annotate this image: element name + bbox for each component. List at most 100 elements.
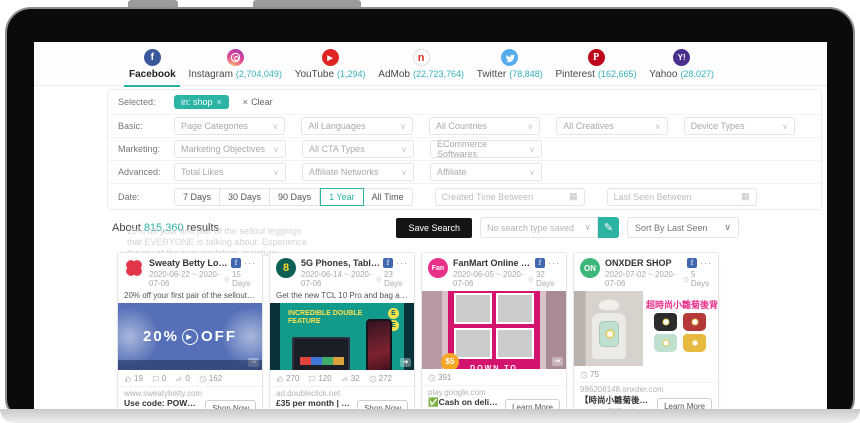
yahoo-icon: Y! bbox=[673, 49, 690, 66]
tab-facebook[interactable]: f Facebook bbox=[129, 44, 176, 86]
edit-saved-search-button[interactable]: ✎ bbox=[598, 217, 619, 238]
ad-creative-image[interactable]: 超時尚小雛菊後背包 ➔ bbox=[574, 291, 718, 366]
collage-photo bbox=[496, 328, 534, 359]
expand-corner-icon[interactable]: ➔ bbox=[704, 354, 715, 363]
expand-corner-icon[interactable]: ➔ bbox=[248, 358, 259, 367]
tab-yahoo[interactable]: Y! Yahoo(28,027) bbox=[649, 44, 714, 86]
advertiser-avatar[interactable]: Fan bbox=[428, 258, 448, 278]
ad-duration: 23 Days bbox=[376, 270, 408, 288]
advanced-label: Advanced: bbox=[118, 167, 174, 177]
filter-select-marketing-objectives[interactable]: Marketing Objectives∨ bbox=[174, 140, 286, 158]
creative-caption: DOWN TO bbox=[448, 365, 540, 369]
ad-domain[interactable]: play.google.com bbox=[422, 386, 566, 397]
ad-cards-grid: Sweaty Betty London | Wom... f ··· 2020-… bbox=[117, 252, 827, 411]
tab-count: (162,665) bbox=[598, 69, 637, 80]
ad-domain[interactable]: ad.doubleclick.net bbox=[270, 387, 414, 398]
sort-dropdown[interactable]: Sort By Last Seen∨ bbox=[627, 217, 739, 238]
likes-count: 270 bbox=[286, 374, 299, 383]
facebook-badge-icon: f bbox=[383, 258, 393, 268]
tab-instagram[interactable]: Instagram(2,704,049) bbox=[188, 44, 282, 86]
advertiser-name[interactable]: ONXDER SHOP bbox=[605, 258, 684, 268]
select-value: Affiliate Networks bbox=[309, 167, 378, 177]
selected-chip-in-shop[interactable]: in: shop × bbox=[174, 95, 229, 109]
advertiser-name[interactable]: 5G Phones, Tablets & SIMs | ... bbox=[301, 258, 380, 268]
ghost-line: 20% off your first pair of the sellout l… bbox=[127, 226, 357, 237]
tab-twitter[interactable]: Twitter(78,848) bbox=[477, 44, 543, 86]
ad-domain[interactable]: 986208148.onxder.com bbox=[574, 383, 718, 394]
filter-select-page-categories[interactable]: Page Categories∨ bbox=[174, 117, 285, 135]
filter-select-languages[interactable]: All Languages∨ bbox=[301, 117, 412, 135]
advertiser-name[interactable]: FanMart Online Shopping - F... bbox=[453, 258, 532, 268]
saved-search-value: No search type saved bbox=[487, 223, 574, 233]
tab-admob[interactable]: n AdMob(22,723,764) bbox=[378, 44, 464, 86]
chevron-down-icon: ∨ bbox=[782, 122, 788, 131]
tab-youtube[interactable]: ▶ YouTube(1,294) bbox=[295, 44, 366, 86]
filter-select-ecommerce-softwares[interactable]: ECommerce Softwares∨ bbox=[430, 140, 542, 158]
date-segment-all-time[interactable]: All Time bbox=[364, 188, 413, 206]
ad-domain[interactable]: www.sweatybetty.com bbox=[118, 387, 262, 398]
ad-creative-image[interactable]: INCREDIBLE DOUBLE FEATURE EE ➔ bbox=[270, 303, 414, 370]
ad-card-fanmart[interactable]: Fan FanMart Online Shopping - F... f ···… bbox=[421, 252, 567, 411]
tab-pinterest[interactable]: P Pinterest(162,665) bbox=[556, 44, 637, 86]
chevron-down-icon: ∨ bbox=[273, 168, 279, 177]
filter-select-creatives[interactable]: All Creatives∨ bbox=[556, 117, 667, 135]
date-segment-90-days[interactable]: 90 Days bbox=[270, 188, 320, 206]
marketing-label: Marketing: bbox=[118, 144, 174, 154]
filter-row-marketing: Marketing: Marketing Objectives∨ All CTA… bbox=[108, 138, 821, 161]
clock-icon bbox=[369, 375, 377, 383]
tab-count: (1,294) bbox=[337, 69, 366, 80]
advertiser-name[interactable]: Sweaty Betty London | Wom... bbox=[149, 258, 228, 268]
filter-select-affiliate[interactable]: Affiliate∨ bbox=[430, 163, 542, 181]
card-header: 8 5G Phones, Tablets & SIMs | ... f ··· … bbox=[270, 253, 414, 291]
filter-panel: Selected: in: shop × × Clear Basic: Page… bbox=[107, 89, 822, 210]
saved-search-dropdown[interactable]: No search type saved∨ bbox=[480, 217, 598, 238]
admob-icon: n bbox=[413, 49, 430, 66]
more-options-icon[interactable]: ··· bbox=[396, 258, 408, 268]
expand-corner-icon[interactable]: ➔ bbox=[400, 358, 411, 367]
ad-stats: 391 bbox=[422, 369, 566, 386]
created-time-between-input[interactable]: Created Time Between▦ bbox=[435, 188, 585, 206]
facebook-badge-icon: f bbox=[231, 258, 241, 268]
twitter-icon bbox=[501, 49, 518, 66]
more-options-icon[interactable]: ··· bbox=[548, 258, 560, 268]
date-segment-30-days[interactable]: 30 Days bbox=[220, 188, 270, 206]
filter-select-affiliate-networks[interactable]: Affiliate Networks∨ bbox=[302, 163, 414, 181]
likes-count: 19 bbox=[134, 374, 143, 383]
advertiser-avatar[interactable]: ON bbox=[580, 258, 600, 278]
backpack-color-grid bbox=[646, 313, 714, 352]
ad-headline: 【時尚小雛菊後背包】小雛菊刺... bbox=[580, 394, 653, 406]
filter-select-total-likes[interactable]: Total Likes∨ bbox=[174, 163, 286, 181]
creative-off-text: OFF bbox=[201, 328, 237, 345]
play-icon[interactable]: ▶ bbox=[182, 329, 198, 345]
last-seen-between-input[interactable]: Last Seen Between▦ bbox=[607, 188, 757, 206]
chevron-down-icon: ∨ bbox=[400, 122, 406, 131]
shares-stat: 0 bbox=[175, 374, 189, 383]
date-segment-7-days[interactable]: 7 Days bbox=[174, 188, 220, 206]
filter-row-advanced: Advanced: Total Likes∨ Affiliate Network… bbox=[108, 161, 821, 184]
card-header: ON ONXDER SHOP f ··· 2020-07-02 ~ 2020-0… bbox=[574, 253, 718, 291]
chevron-down-icon: ∨ bbox=[529, 145, 535, 154]
more-options-icon[interactable]: ··· bbox=[700, 258, 712, 268]
chip-close-icon[interactable]: × bbox=[217, 97, 222, 107]
play-glyph: ▶ bbox=[186, 333, 193, 341]
advertiser-avatar[interactable]: 8 bbox=[276, 258, 296, 278]
model-cap bbox=[598, 299, 620, 311]
ad-creative-image[interactable]: $5 DOWN TO ➔ bbox=[422, 291, 566, 369]
filter-select-cta-types[interactable]: All CTA Types∨ bbox=[302, 140, 414, 158]
ad-duration: 5 Days bbox=[683, 270, 712, 288]
share-icon bbox=[341, 375, 349, 383]
more-options-icon[interactable]: ··· bbox=[244, 258, 256, 268]
save-search-button[interactable]: Save Search bbox=[396, 218, 472, 238]
ad-card-sweaty-betty[interactable]: Sweaty Betty London | Wom... f ··· 2020-… bbox=[117, 252, 263, 411]
ad-creative-video[interactable]: 20% ▶ OFF ➔ bbox=[118, 303, 262, 370]
calendar-icon: ▦ bbox=[741, 191, 750, 202]
expand-corner-icon[interactable]: ➔ bbox=[552, 357, 563, 366]
ad-card-onxder[interactable]: ON ONXDER SHOP f ··· 2020-07-02 ~ 2020-0… bbox=[573, 252, 719, 411]
filter-select-countries[interactable]: All Countries∨ bbox=[429, 117, 540, 135]
clear-filters-button[interactable]: × Clear bbox=[243, 97, 273, 107]
filter-select-device-types[interactable]: Device Types∨ bbox=[684, 117, 795, 135]
date-segment-1-year[interactable]: 1 Year bbox=[320, 188, 364, 206]
advertiser-avatar[interactable] bbox=[124, 258, 144, 278]
ad-card-5g-phones[interactable]: 8 5G Phones, Tablets & SIMs | ... f ··· … bbox=[269, 252, 415, 411]
time-stat: 272 bbox=[369, 374, 392, 383]
